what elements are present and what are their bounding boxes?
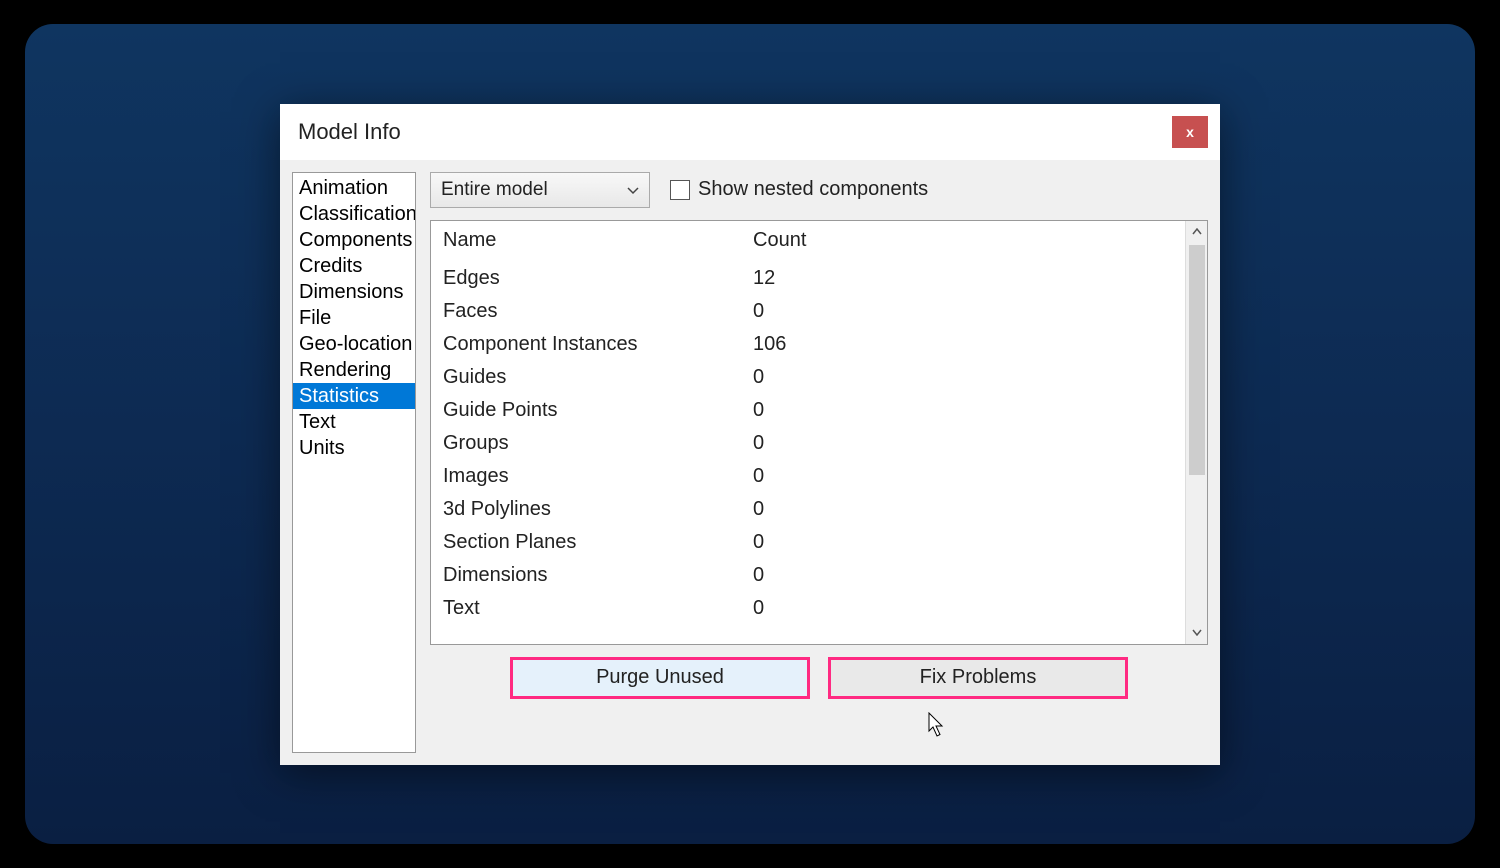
scroll-up-icon[interactable]: [1186, 221, 1207, 243]
sidebar-item-statistics[interactable]: Statistics: [293, 383, 415, 409]
sidebar-category-list[interactable]: Animation Classifications Components Cre…: [292, 172, 416, 753]
column-header-count[interactable]: Count: [753, 229, 1173, 252]
stat-name: Section Planes: [443, 531, 753, 554]
stat-count: 12: [753, 267, 1173, 290]
stat-name: Faces: [443, 300, 753, 323]
table-header: Name Count: [443, 229, 1173, 262]
show-nested-checkbox-group[interactable]: Show nested components: [670, 178, 928, 201]
stat-count: 0: [753, 366, 1173, 389]
scope-dropdown[interactable]: Entire model: [430, 172, 650, 208]
stat-count: 106: [753, 333, 1173, 356]
sidebar-item-text[interactable]: Text: [293, 409, 415, 435]
table-row[interactable]: Section Planes 0: [443, 526, 1173, 559]
stat-name: Text: [443, 597, 753, 620]
sidebar-item-credits[interactable]: Credits: [293, 253, 415, 279]
button-row: Purge Unused Fix Problems: [430, 657, 1208, 699]
sidebar-item-components[interactable]: Components: [293, 227, 415, 253]
model-info-dialog: Model Info x Animation Classifications C…: [280, 104, 1220, 765]
stat-count: 0: [753, 432, 1173, 455]
close-icon: x: [1186, 124, 1194, 140]
sidebar-item-animation[interactable]: Animation: [293, 175, 415, 201]
close-button[interactable]: x: [1172, 116, 1208, 148]
stat-count: 0: [753, 399, 1173, 422]
scope-dropdown-value: Entire model: [441, 179, 548, 201]
sidebar-item-rendering[interactable]: Rendering: [293, 357, 415, 383]
table-content: Name Count Edges 12 Faces 0 Component: [431, 221, 1185, 644]
stat-name: Guide Points: [443, 399, 753, 422]
window-title: Model Info: [298, 119, 401, 145]
stat-name: 3d Polylines: [443, 498, 753, 521]
stat-name: Component Instances: [443, 333, 753, 356]
table-row[interactable]: Dimensions 0: [443, 559, 1173, 592]
statistics-table: Name Count Edges 12 Faces 0 Component: [430, 220, 1208, 645]
show-nested-checkbox[interactable]: [670, 180, 690, 200]
table-row[interactable]: 3d Polylines 0: [443, 493, 1173, 526]
outer-panel: Model Info x Animation Classifications C…: [25, 24, 1475, 844]
table-row[interactable]: Faces 0: [443, 295, 1173, 328]
show-nested-label: Show nested components: [698, 178, 928, 201]
purge-unused-label: Purge Unused: [596, 666, 724, 689]
sidebar-item-classifications[interactable]: Classifications: [293, 201, 415, 227]
table-row[interactable]: Edges 12: [443, 262, 1173, 295]
stat-count: 0: [753, 531, 1173, 554]
stat-name: Edges: [443, 267, 753, 290]
stat-count: 0: [753, 300, 1173, 323]
scrollbar-thumb[interactable]: [1189, 245, 1205, 475]
sidebar-item-units[interactable]: Units: [293, 435, 415, 461]
table-row[interactable]: Groups 0: [443, 427, 1173, 460]
fix-problems-button[interactable]: Fix Problems: [828, 657, 1128, 699]
column-header-name[interactable]: Name: [443, 229, 753, 252]
top-controls: Entire model Show nested components: [430, 172, 1208, 208]
stat-name: Groups: [443, 432, 753, 455]
stat-name: Dimensions: [443, 564, 753, 587]
table-row[interactable]: Images 0: [443, 460, 1173, 493]
vertical-scrollbar[interactable]: [1185, 221, 1207, 644]
table-row[interactable]: Text 0: [443, 592, 1173, 625]
sidebar-item-file[interactable]: File: [293, 305, 415, 331]
stat-count: 0: [753, 465, 1173, 488]
sidebar-item-geo-location[interactable]: Geo-location: [293, 331, 415, 357]
stat-name: Images: [443, 465, 753, 488]
stat-name: Guides: [443, 366, 753, 389]
scroll-down-icon[interactable]: [1186, 622, 1207, 644]
stat-count: 0: [753, 498, 1173, 521]
sidebar-item-dimensions[interactable]: Dimensions: [293, 279, 415, 305]
fix-problems-label: Fix Problems: [920, 666, 1037, 689]
titlebar: Model Info x: [280, 104, 1220, 160]
table-row[interactable]: Guides 0: [443, 361, 1173, 394]
stat-count: 0: [753, 564, 1173, 587]
dialog-body: Animation Classifications Components Cre…: [280, 160, 1220, 765]
purge-unused-button[interactable]: Purge Unused: [510, 657, 810, 699]
stat-count: 0: [753, 597, 1173, 620]
table-row[interactable]: Guide Points 0: [443, 394, 1173, 427]
main-panel: Entire model Show nested components Name: [430, 172, 1208, 753]
chevron-down-icon: [627, 182, 639, 198]
table-row[interactable]: Component Instances 106: [443, 328, 1173, 361]
